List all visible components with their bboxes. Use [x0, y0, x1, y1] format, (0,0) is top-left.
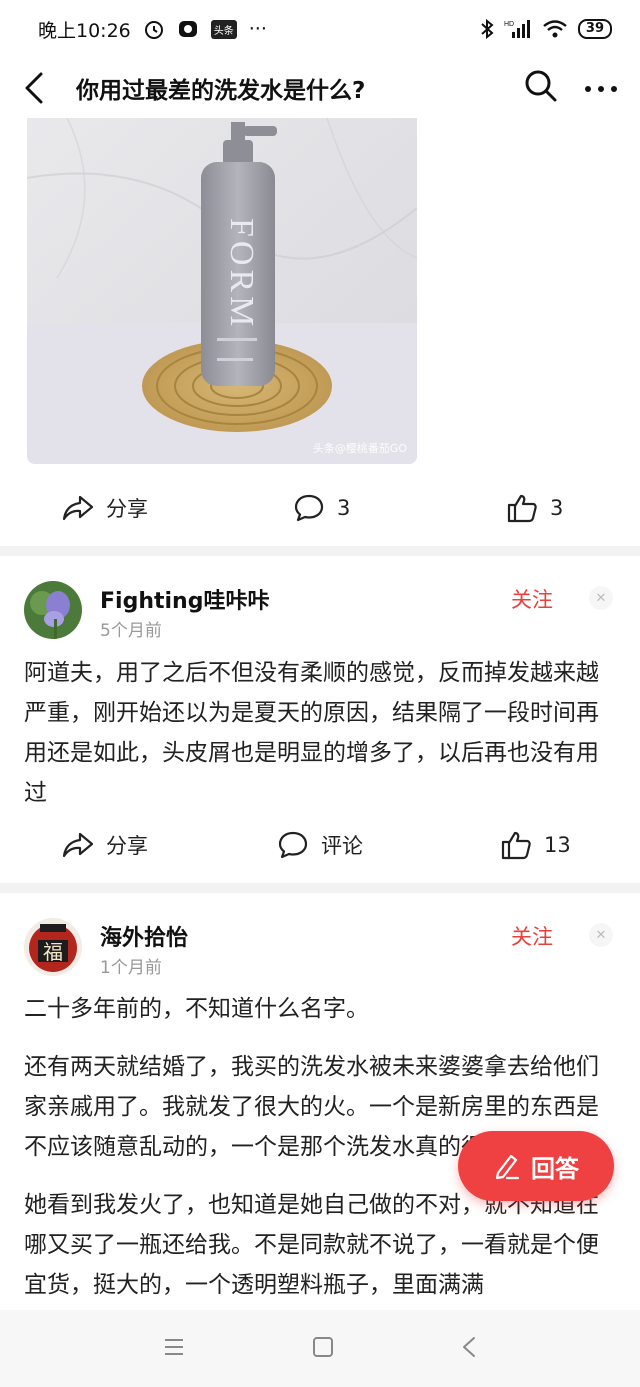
more-options-button[interactable] [584, 79, 618, 98]
menu-button[interactable] [163, 1338, 185, 1360]
follow-button[interactable]: 关注 [511, 584, 553, 614]
follow-button[interactable]: 关注 [511, 921, 553, 951]
like-button[interactable]: 3 [506, 493, 563, 523]
comment-icon [278, 831, 308, 859]
wifi-icon [542, 18, 568, 40]
home-button[interactable] [312, 1336, 334, 1362]
dismiss-button[interactable]: ✕ [589, 923, 613, 947]
home-square-icon [312, 1336, 333, 1357]
comment-button[interactable]: 3 [293, 493, 350, 523]
post-action-bar: 分享 3 3 [0, 478, 640, 538]
comment-count: 3 [337, 496, 351, 520]
share-button[interactable]: 分享 [62, 830, 148, 860]
back-button[interactable] [2, 58, 66, 118]
share-icon [62, 495, 94, 521]
system-nav-bar [0, 1310, 640, 1387]
like-button[interactable]: 13 [500, 830, 571, 860]
answer-text[interactable]: 阿道夫，用了之后不但没有柔顺的感觉，反而掉发越来越严重，刚开始还以为是夏天的原因… [24, 653, 616, 831]
answer-button-label: 回答 [531, 1154, 579, 1183]
signal-icon: HD [504, 18, 532, 40]
menu-icon [165, 1338, 184, 1355]
answer-paragraph: 二十多年前的，不知道什么名字。 [24, 996, 369, 1022]
username[interactable]: Fighting哇咔咔 [100, 583, 269, 615]
back-triangle-icon [462, 1336, 475, 1357]
avatar[interactable] [24, 581, 82, 639]
bottle-brand-text: FORM [223, 218, 260, 330]
more-dots-icon [585, 85, 617, 92]
comment-button[interactable]: 评论 [277, 830, 363, 860]
share-label: 分享 [106, 497, 148, 521]
shampoo-photo: FORM [27, 118, 417, 464]
answer-paragraph: 她看到我发火了，也知道是她自己做的不对，就不知道在哪又买了一瓶还给我。不是同款就… [24, 1192, 599, 1298]
network-label: HD [504, 21, 514, 28]
share-label: 分享 [106, 834, 148, 858]
battery-indicator: 39 [577, 19, 612, 39]
avatar-character: 福 [43, 940, 63, 964]
bluetooth-icon [480, 18, 494, 40]
app-notification-icon [177, 18, 199, 40]
toutiao-notification-icon: 头条 [210, 19, 237, 39]
share-button[interactable]: 分享 [62, 493, 148, 523]
share-icon [62, 832, 94, 858]
thumbs-up-icon [507, 494, 537, 523]
image-watermark: 头条@樱桃番茄GO [312, 442, 407, 455]
section-divider [0, 546, 640, 556]
comment-label: 评论 [321, 834, 363, 858]
answer-button[interactable]: 回答 [458, 1131, 614, 1201]
section-divider [0, 883, 640, 893]
answer-paragraph: 阿道夫，用了之后不但没有柔顺的感觉，反而掉发越来越严重，刚开始还以为是夏天的原因… [24, 660, 599, 806]
search-icon [525, 70, 557, 102]
page-title: 你用过最差的洗发水是什么? [76, 78, 366, 104]
back-arrow-icon [25, 72, 43, 104]
answer-action-bar: 分享 评论 13 [0, 815, 640, 875]
close-icon: ✕ [595, 590, 607, 606]
like-count: 13 [544, 833, 571, 857]
post-time: 1个月前 [100, 958, 162, 978]
close-icon: ✕ [595, 927, 607, 943]
avatar[interactable]: 福 [24, 918, 82, 976]
pencil-icon [495, 1154, 520, 1180]
post-time: 5个月前 [100, 621, 162, 641]
search-button[interactable] [524, 69, 558, 107]
post-image[interactable]: FORM 头条@樱桃番茄GO [27, 118, 417, 464]
username[interactable]: 海外拾怡 [100, 920, 188, 952]
top-nav-bar: 你用过最差的洗发水是什么? [0, 58, 640, 118]
status-bar: 晚上10:26 头条 ··· HD 39 [0, 0, 640, 58]
like-count: 3 [550, 496, 564, 520]
thumbs-up-icon [501, 831, 531, 860]
more-notifications-icon: ··· [248, 18, 267, 40]
comment-icon [294, 494, 324, 522]
status-time: 晚上10:26 [38, 19, 131, 42]
dismiss-button[interactable]: ✕ [589, 586, 613, 610]
system-back-button[interactable] [461, 1336, 477, 1362]
alarm-icon [143, 18, 165, 40]
